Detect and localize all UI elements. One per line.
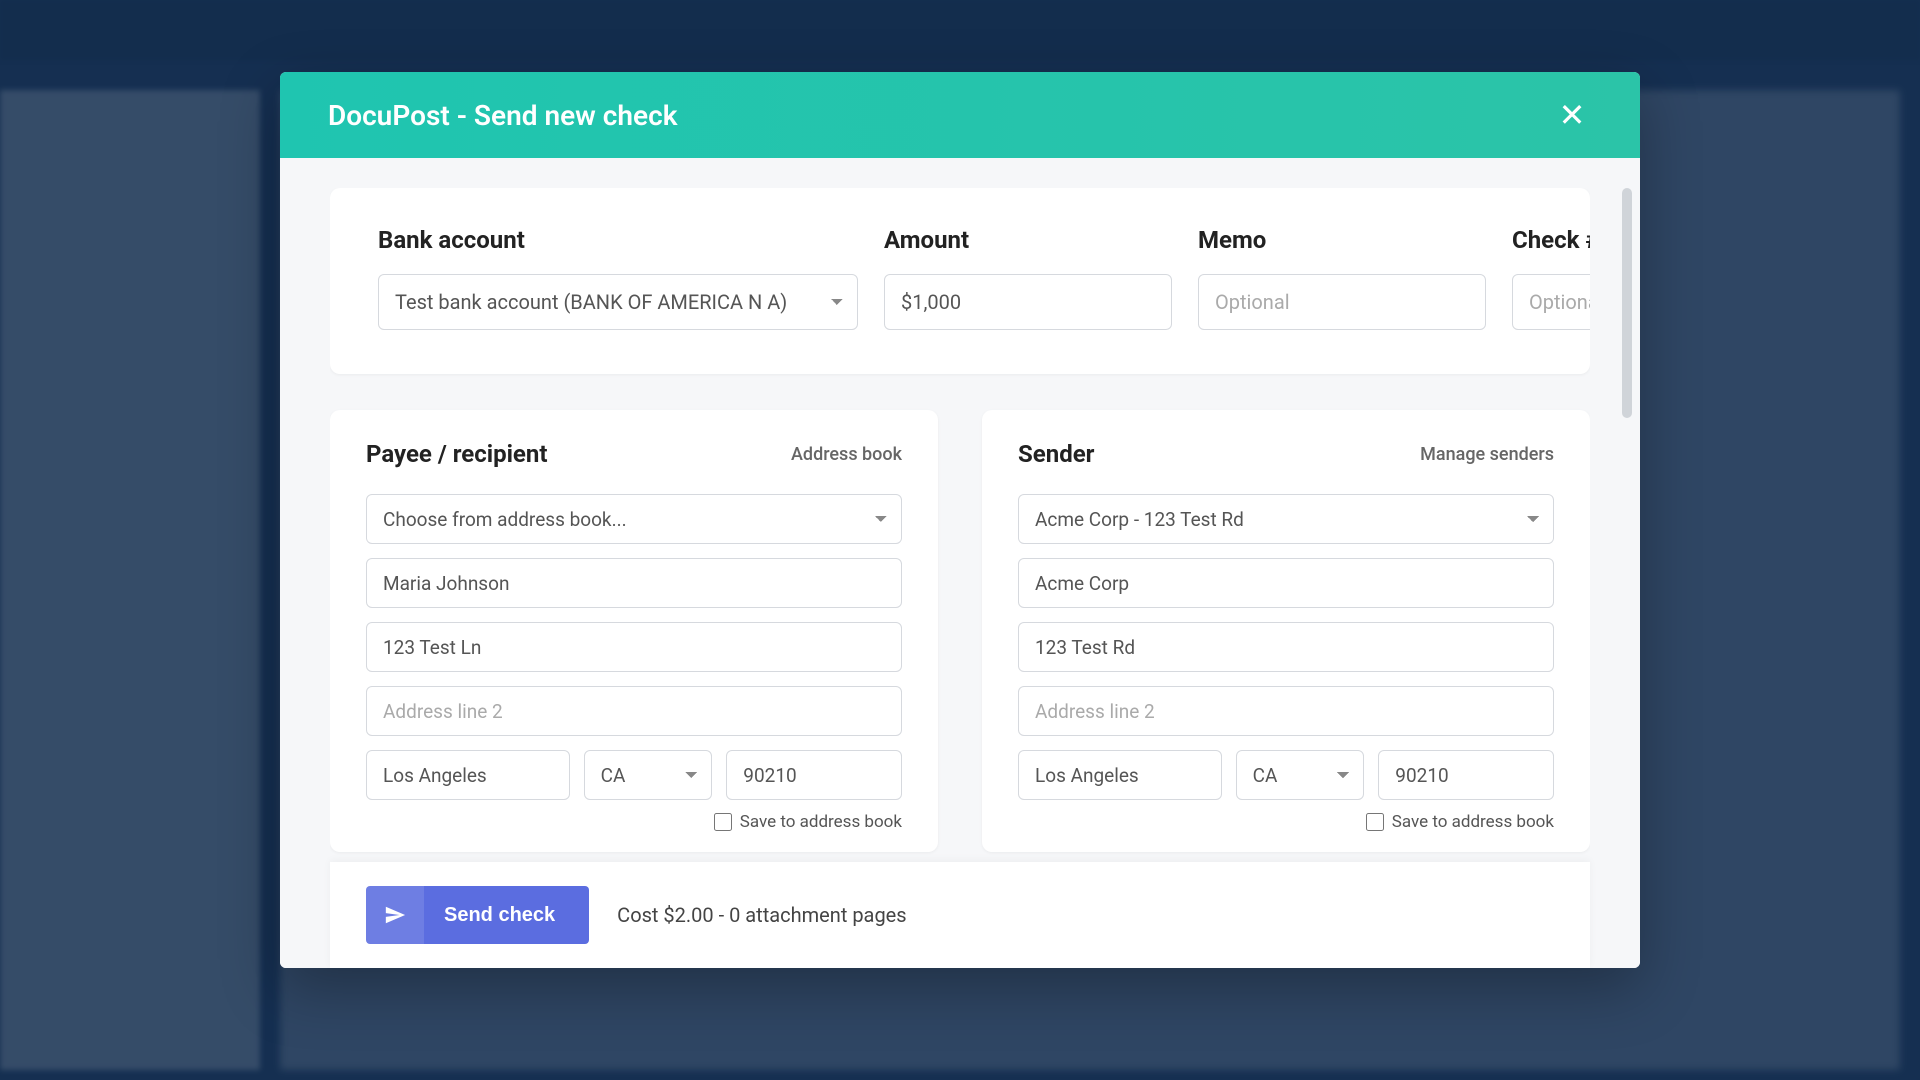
bank-account-select[interactable]: Test bank account (BANK OF AMERICA N A) [378,274,858,330]
sender-save-checkbox[interactable] [1366,813,1384,831]
sender-select[interactable]: Acme Corp - 123 Test Rd [1018,494,1554,544]
cost-text: Cost $2.00 - 0 attachment pages [617,903,906,927]
sender-address1-input[interactable] [1018,622,1554,672]
sender-city-input[interactable] [1018,750,1222,800]
payee-city-input[interactable] [366,750,570,800]
sender-name-input[interactable] [1018,558,1554,608]
send-check-modal: DocuPost - Send new check ✕ Bank account… [280,72,1640,968]
payee-state-select[interactable]: CA [584,750,713,800]
modal-footer: Send check Cost $2.00 - 0 attachment pag… [330,862,1590,968]
send-check-button[interactable]: Send check [366,886,589,944]
modal-title: DocuPost - Send new check [328,99,677,132]
sender-save-label: Save to address book [1392,812,1554,832]
close-icon: ✕ [1559,96,1586,134]
payee-address-book-select[interactable]: Choose from address book... [366,494,902,544]
check-details-card: Bank account Test bank account (BANK OF … [330,188,1590,374]
payee-save-label: Save to address book [740,812,902,832]
address-book-link[interactable]: Address book [791,444,902,465]
paper-plane-icon [366,886,424,944]
memo-input[interactable] [1198,274,1486,330]
memo-label: Memo [1198,226,1486,254]
amount-input[interactable] [884,274,1172,330]
payee-address2-input[interactable] [366,686,902,736]
sender-panel: Sender Manage senders Acme Corp - 123 Te… [982,410,1590,852]
payee-save-checkbox[interactable] [714,813,732,831]
bank-account-label: Bank account [378,226,858,254]
payee-name-input[interactable] [366,558,902,608]
payee-title: Payee / recipient [366,440,547,468]
sender-state-select[interactable]: CA [1236,750,1365,800]
modal-body: Bank account Test bank account (BANK OF … [280,158,1640,968]
sender-address2-input[interactable] [1018,686,1554,736]
amount-label: Amount [884,226,1172,254]
modal-header: DocuPost - Send new check ✕ [280,72,1640,158]
check-number-label: Check # [1512,226,1590,254]
sender-zip-input[interactable] [1378,750,1554,800]
scrollbar[interactable] [1622,188,1632,418]
payee-zip-input[interactable] [726,750,902,800]
payee-panel: Payee / recipient Address book Choose fr… [330,410,938,852]
manage-senders-link[interactable]: Manage senders [1420,444,1554,465]
payee-address1-input[interactable] [366,622,902,672]
close-button[interactable]: ✕ [1552,95,1592,135]
sender-title: Sender [1018,440,1094,468]
check-number-input[interactable] [1512,274,1590,330]
